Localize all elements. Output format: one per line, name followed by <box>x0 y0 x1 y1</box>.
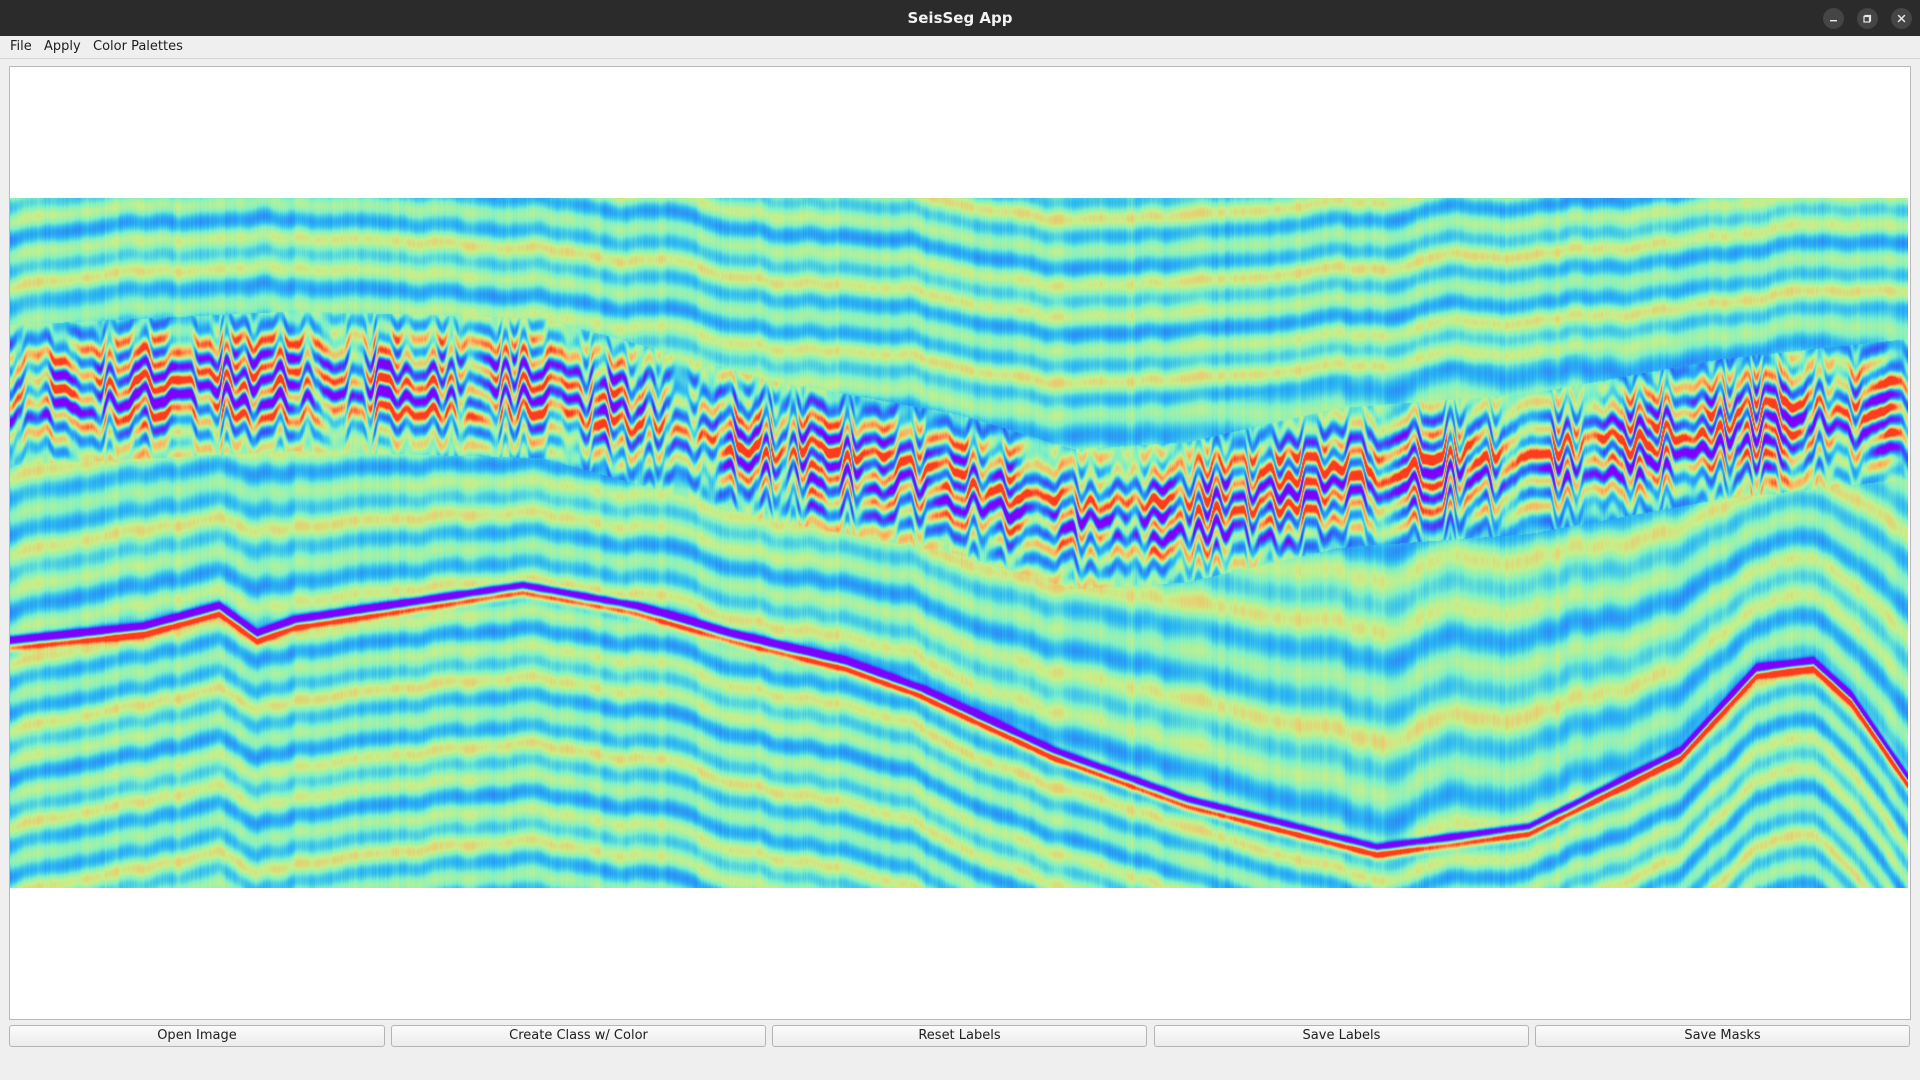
menu-file[interactable]: File <box>6 36 36 58</box>
minimize-button[interactable] <box>1823 8 1844 29</box>
save-masks-button[interactable]: Save Masks <box>1535 1025 1910 1047</box>
button-bar: Open Image Create Class w/ Color Reset L… <box>0 1025 1920 1049</box>
title-bar[interactable]: SeisSeg App <box>0 0 1920 37</box>
seismic-image[interactable] <box>10 198 1908 888</box>
menu-bar: File Apply Color Palettes <box>0 36 1920 59</box>
open-image-button[interactable]: Open Image <box>9 1025 385 1047</box>
maximize-icon <box>1863 14 1872 23</box>
window-title: SeisSeg App <box>907 9 1013 27</box>
minimize-icon <box>1830 20 1837 22</box>
reset-labels-button[interactable]: Reset Labels <box>772 1025 1147 1047</box>
save-labels-button[interactable]: Save Labels <box>1154 1025 1529 1047</box>
app-window: SeisSeg App File Apply Color Palettes Op… <box>0 0 1920 1080</box>
maximize-button[interactable] <box>1857 8 1878 29</box>
menu-apply[interactable]: Apply <box>40 36 85 58</box>
close-icon <box>1897 14 1906 23</box>
menu-color-palettes[interactable]: Color Palettes <box>89 36 187 58</box>
close-button[interactable] <box>1891 8 1912 29</box>
create-class-button[interactable]: Create Class w/ Color <box>391 1025 766 1047</box>
